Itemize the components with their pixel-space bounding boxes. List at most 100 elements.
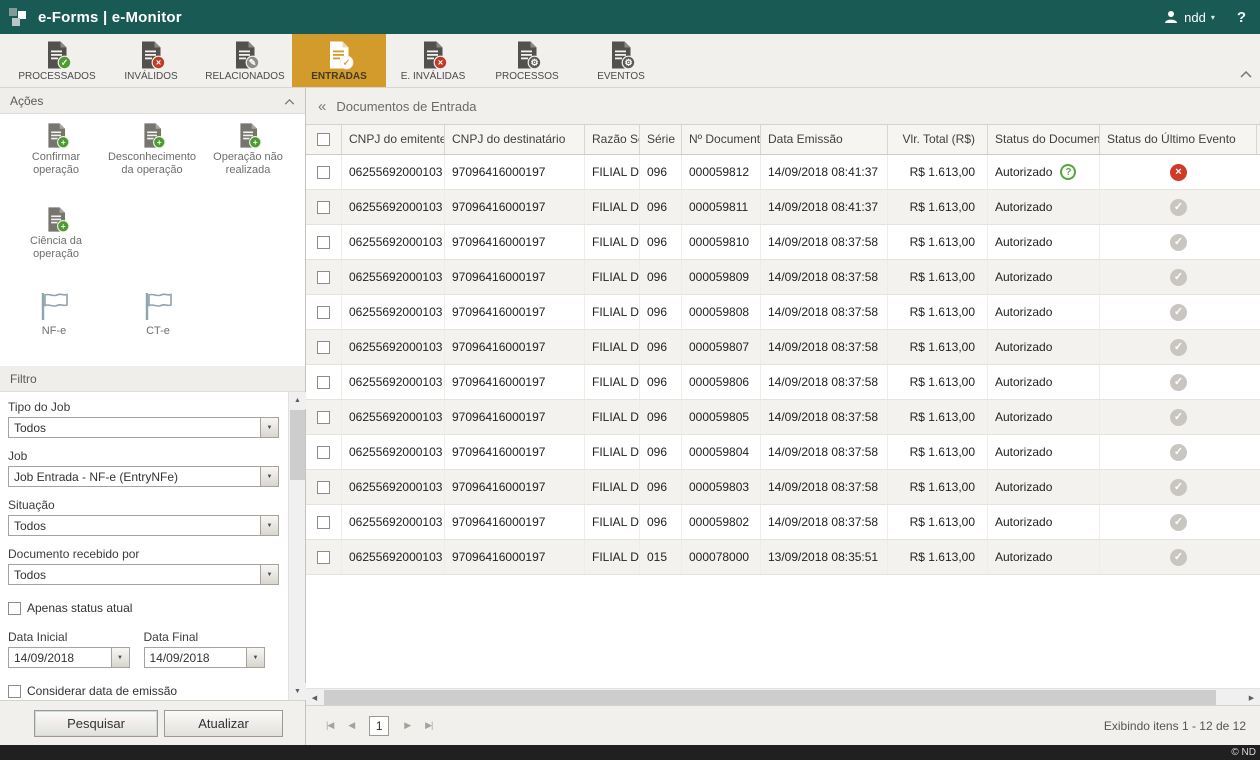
column-header-status-do-ultimo-evento[interactable]: Status do Último Evento	[1100, 125, 1257, 154]
page-number-box[interactable]: 1	[369, 716, 389, 736]
table-row[interactable]: 0625569200010397096416000197FILIAL D0960…	[306, 225, 1260, 260]
scrollbar-thumb[interactable]	[324, 690, 1216, 705]
last-page-button[interactable]: ▶|	[425, 720, 432, 731]
next-page-button[interactable]: ▶	[404, 720, 410, 731]
action-ciencia-da-operacao[interactable]: +Ciência da operação	[8, 206, 104, 284]
row-checkbox[interactable]	[317, 236, 330, 249]
table-row[interactable]: 0625569200010397096416000197FILIAL D0960…	[306, 365, 1260, 400]
tab-e-invalidas[interactable]: ×E. INVÁLIDAS	[386, 34, 480, 87]
app-footer: © ND	[0, 745, 1260, 760]
column-header-serie[interactable]: Série	[640, 125, 682, 154]
collapse-actions-button[interactable]	[284, 94, 295, 108]
row-checkbox[interactable]	[317, 551, 330, 564]
column-header-status-do-documento[interactable]: Status do Documento	[988, 125, 1100, 154]
cell-numero-documento: 000059802	[682, 505, 761, 539]
tab-processados[interactable]: ✓PROCESSADOS	[10, 34, 104, 87]
collapse-ribbon-button[interactable]	[1240, 67, 1252, 81]
column-header-cnpj-do-emitente[interactable]: CNPJ do emitente	[342, 125, 445, 154]
chevron-down-icon[interactable]: ▼	[260, 418, 278, 437]
row-checkbox[interactable]	[317, 271, 330, 284]
doc-type-panel: NF-e CT-e	[0, 280, 305, 366]
doc-check-icon: ✓	[42, 40, 72, 70]
doc-type-ct-e[interactable]: CT-e	[130, 290, 186, 366]
select-all-checkbox[interactable]	[317, 133, 330, 146]
copyright-text: © ND	[1231, 747, 1256, 758]
tab-relacionados[interactable]: ✎RELACIONADOS	[198, 34, 292, 87]
chevron-up-icon	[284, 99, 295, 105]
event-ok-icon: ✓	[1170, 374, 1187, 391]
column-header-data-emissao[interactable]: Data Emissão	[761, 125, 888, 154]
row-checkbox[interactable]	[317, 411, 330, 424]
table-row[interactable]: 0625569200010397096416000197FILIAL D0960…	[306, 470, 1260, 505]
table-row[interactable]: 0625569200010397096416000197FILIAL D0960…	[306, 330, 1260, 365]
cell-cnpj-emitente: 06255692000103	[342, 540, 445, 574]
action-desconhecimento-da-operacao[interactable]: +Desconhecimento da operação	[104, 122, 200, 200]
date-initial-picker[interactable]: 14/09/2018 ▼	[8, 647, 130, 668]
actions-title: Ações	[10, 94, 43, 108]
row-checkbox[interactable]	[317, 376, 330, 389]
cell-serie: 096	[640, 400, 682, 434]
action-confirmar-operacao[interactable]: +Confirmar operação	[8, 122, 104, 200]
tab-entradas[interactable]: ✓ENTRADAS	[292, 34, 386, 87]
filter-title: Filtro	[10, 372, 37, 386]
help-button[interactable]: ?	[1237, 9, 1246, 26]
select-tipo-do-job[interactable]: Todos▼	[8, 417, 279, 438]
refresh-button[interactable]: Atualizar	[164, 710, 283, 737]
chevron-down-icon[interactable]: ▼	[260, 516, 278, 535]
action-operacao-nao-realizada[interactable]: +Operação não realizada	[200, 122, 296, 200]
cell-status-evento: ×	[1100, 155, 1257, 189]
table-row[interactable]: 0625569200010397096416000197FILIAL D0150…	[306, 540, 1260, 575]
chevron-down-icon[interactable]: ▼	[246, 648, 264, 667]
select-situacao[interactable]: Todos▼	[8, 515, 279, 536]
row-checkbox[interactable]	[317, 166, 330, 179]
scroll-right-button[interactable]: ▶	[1243, 689, 1260, 706]
tab-label: E. INVÁLIDAS	[401, 71, 465, 82]
select-job[interactable]: Job Entrada - NF-e (EntryNFe)▼	[8, 466, 279, 487]
row-checkbox[interactable]	[317, 306, 330, 319]
row-checkbox[interactable]	[317, 516, 330, 529]
tab-invalidos[interactable]: ×INVÁLIDOS	[104, 34, 198, 87]
select-documento-recebido-por[interactable]: Todos▼	[8, 564, 279, 585]
doc-type-nf-e[interactable]: NF-e	[26, 290, 82, 366]
row-checkbox[interactable]	[317, 341, 330, 354]
scrollbar-thumb[interactable]	[290, 410, 305, 480]
scroll-down-button[interactable]: ▼	[289, 683, 306, 700]
table-row[interactable]: 0625569200010397096416000197FILIAL D0960…	[306, 260, 1260, 295]
checkbox[interactable]	[8, 685, 21, 698]
first-page-button[interactable]: |◀	[326, 720, 333, 731]
column-header-vlr-total-r[interactable]: Vlr. Total (R$)	[888, 125, 988, 154]
cell-cnpj-destinatario: 97096416000197	[445, 400, 585, 434]
column-header-n-documento[interactable]: Nº Documento	[682, 125, 761, 154]
scroll-left-button[interactable]: ◀	[306, 689, 323, 706]
tab-eventos[interactable]: ⚙EVENTOS	[574, 34, 668, 87]
tab-processos[interactable]: ⚙PROCESSOS	[480, 34, 574, 87]
status-help-icon[interactable]: ?	[1060, 164, 1076, 180]
chevron-down-icon[interactable]: ▼	[260, 467, 278, 486]
filter-field-situacao: SituaçãoTodos▼	[8, 498, 279, 536]
checkbox-considerar-data-emissao[interactable]: Considerar data de emissão	[8, 684, 279, 698]
table-row[interactable]: 0625569200010397096416000197FILIAL D0960…	[306, 435, 1260, 470]
cell-cnpj-destinatario: 97096416000197	[445, 295, 585, 329]
table-row[interactable]: 0625569200010397096416000197FILIAL D0960…	[306, 505, 1260, 540]
row-checkbox[interactable]	[317, 481, 330, 494]
row-checkbox[interactable]	[317, 201, 330, 214]
table-row[interactable]: 0625569200010397096416000197FILIAL D0960…	[306, 295, 1260, 330]
scroll-up-button[interactable]: ▲	[289, 392, 306, 409]
checkbox-apenas-status-atual[interactable]: Apenas status atual	[8, 601, 279, 615]
table-row[interactable]: 0625569200010397096416000197FILIAL D0960…	[306, 155, 1260, 190]
chevron-down-icon[interactable]: ▼	[260, 565, 278, 584]
search-button[interactable]: Pesquisar	[34, 710, 158, 737]
row-checkbox[interactable]	[317, 446, 330, 459]
chevron-down-icon[interactable]: ▼	[111, 648, 129, 667]
checkbox[interactable]	[8, 602, 21, 615]
column-header-cnpj-do-destinatario[interactable]: CNPJ do destinatário	[445, 125, 585, 154]
table-row[interactable]: 0625569200010397096416000197FILIAL D0960…	[306, 190, 1260, 225]
column-header-razao-social[interactable]: Razão Social	[585, 125, 640, 154]
cell-numero-documento: 000059807	[682, 330, 761, 364]
prev-page-button[interactable]: ◀	[348, 720, 354, 731]
collapse-panel-button[interactable]: «	[318, 98, 326, 115]
date-final-picker[interactable]: 14/09/2018 ▼	[144, 647, 266, 668]
cell-razao-social: FILIAL D	[585, 155, 640, 189]
table-row[interactable]: 0625569200010397096416000197FILIAL D0960…	[306, 400, 1260, 435]
user-menu[interactable]: ndd ▾	[1163, 9, 1215, 25]
